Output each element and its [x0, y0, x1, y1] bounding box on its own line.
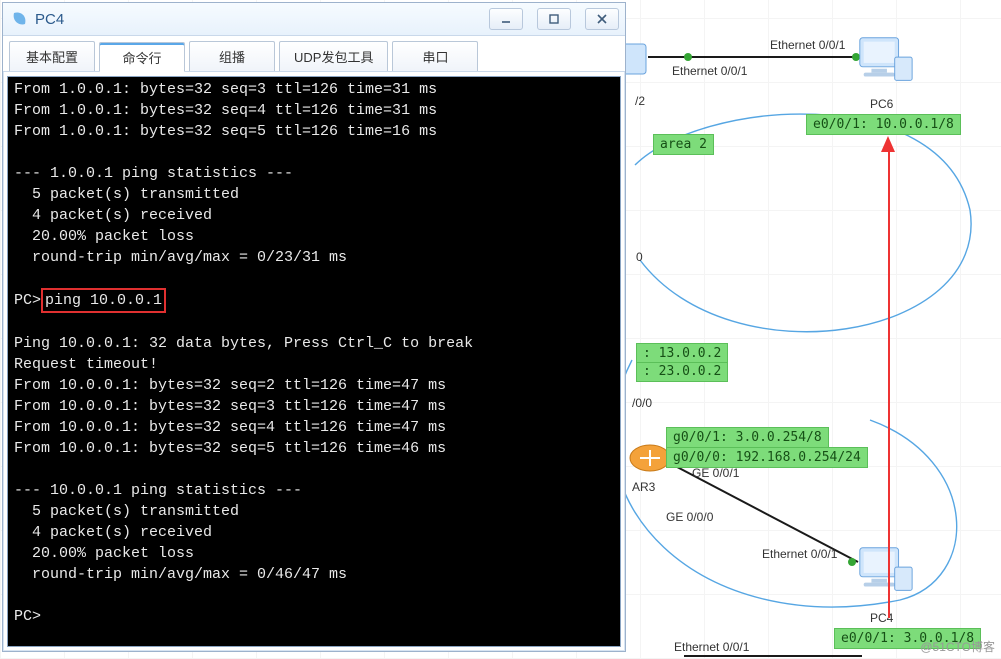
tab-serial[interactable]: 串口	[392, 41, 478, 71]
slash2-label: /2	[635, 94, 645, 108]
if000-label: /0/0	[632, 396, 652, 410]
tab-udp-tool[interactable]: UDP发包工具	[279, 41, 388, 71]
ge001-label: GE 0/0/1	[692, 466, 739, 480]
eth-label: Ethernet 0/0/1	[672, 64, 747, 78]
pc6-label: PC6	[870, 97, 893, 111]
highlighted-command: ping 10.0.0.1	[41, 288, 166, 313]
eth-label: Ethernet 0/0/1	[770, 38, 845, 52]
watermark: @51CTO博客	[920, 638, 995, 655]
pc6-if-tag: e0/0/1: 10.0.0.1/8	[806, 114, 961, 135]
titlebar[interactable]: PC4	[3, 3, 625, 36]
ar3-label: AR3	[632, 480, 655, 494]
terminal-window: PC4 基本配置 命令行 组播 UDP发包工具 串口 From 1.0.0.1:…	[2, 2, 626, 652]
eth-label: Ethernet 0/0/1	[762, 547, 837, 561]
pc-icon[interactable]	[854, 540, 916, 602]
close-button[interactable]	[585, 8, 619, 30]
tabbar: 基本配置 命令行 组播 UDP发包工具 串口	[3, 36, 625, 72]
terminal-output[interactable]: From 1.0.0.1: bytes=32 seq=3 ttl=126 tim…	[7, 76, 621, 647]
ge000-label: GE 0/0/0	[666, 510, 713, 524]
ar3-g000-tag: g0/0/0: 192.168.0.254/24	[666, 447, 868, 468]
minimize-button[interactable]	[489, 8, 523, 30]
area-tag: area 2	[653, 134, 714, 155]
tab-multicast[interactable]: 组播	[189, 41, 275, 71]
pc-fragment	[622, 30, 662, 92]
zero-label: 0	[636, 250, 643, 264]
app-icon	[11, 10, 29, 28]
mid-ip-tag-2: : 23.0.0.2	[636, 362, 728, 382]
maximize-button[interactable]	[537, 8, 571, 30]
tab-basic-config[interactable]: 基本配置	[9, 41, 95, 71]
tab-command-line[interactable]: 命令行	[99, 42, 185, 72]
window-title: PC4	[35, 11, 64, 28]
eth-label: Ethernet 0/0/1	[674, 640, 749, 654]
pc-icon[interactable]	[854, 30, 916, 92]
mid-ip-tag-1: : 13.0.0.2	[636, 343, 728, 363]
ar3-g001-tag: g0/0/1: 3.0.0.254/8	[666, 427, 829, 448]
